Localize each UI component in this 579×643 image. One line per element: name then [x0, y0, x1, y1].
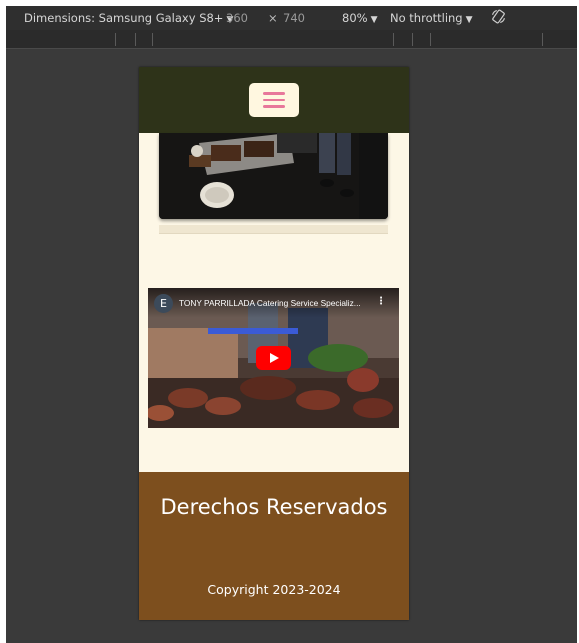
- play-icon[interactable]: [256, 346, 291, 370]
- dimension-separator: ×: [268, 11, 278, 25]
- chevron-down-icon: ▼: [370, 15, 378, 25]
- rotate-icon[interactable]: [490, 8, 507, 25]
- footer-title: Derechos Reservados: [160, 495, 388, 519]
- dimensions-label: Dimensions: Samsung Galaxy S8+: [24, 11, 224, 25]
- channel-avatar[interactable]: E: [154, 294, 173, 313]
- dimensions-select[interactable]: Dimensions: Samsung Galaxy S8+ ▼: [24, 11, 233, 25]
- width-input[interactable]: 360: [226, 11, 248, 25]
- menu-line: [263, 98, 285, 102]
- catering-photo: [159, 133, 388, 219]
- video-title-bar: E TONY PARRILLADA Catering Service Speci…: [148, 288, 399, 318]
- zoom-select[interactable]: 80% ▼: [342, 11, 377, 25]
- site-navbar: [139, 67, 409, 133]
- menu-line: [263, 92, 285, 95]
- devtools-device-frame: Dimensions: Samsung Galaxy S8+ ▼ 360 × 74…: [6, 6, 577, 643]
- height-input[interactable]: 740: [283, 11, 305, 25]
- zoom-label: 80%: [342, 11, 368, 25]
- video-title[interactable]: TONY PARRILLADA Catering Service Special…: [179, 298, 371, 308]
- media-query-bar: [6, 30, 577, 49]
- card-divider: [159, 225, 388, 234]
- chevron-down-icon: ▼: [465, 15, 473, 25]
- throttling-label: No throttling: [390, 11, 463, 25]
- device-viewport: E TONY PARRILLADA Catering Service Speci…: [139, 67, 409, 620]
- youtube-video-embed[interactable]: E TONY PARRILLADA Catering Service Speci…: [148, 288, 399, 428]
- site-footer: Derechos Reservados Copyright 2023-2024: [139, 472, 409, 620]
- menu-line: [263, 105, 285, 108]
- copyright-text: Copyright 2023-2024: [207, 582, 341, 597]
- more-options-icon[interactable]: ⋮: [376, 296, 386, 307]
- throttling-select[interactable]: No throttling ▼: [390, 11, 473, 25]
- hamburger-menu-button[interactable]: [249, 83, 299, 117]
- device-toolbar: Dimensions: Samsung Galaxy S8+ ▼ 360 × 74…: [6, 6, 577, 30]
- buffet-trays-image: [159, 133, 388, 219]
